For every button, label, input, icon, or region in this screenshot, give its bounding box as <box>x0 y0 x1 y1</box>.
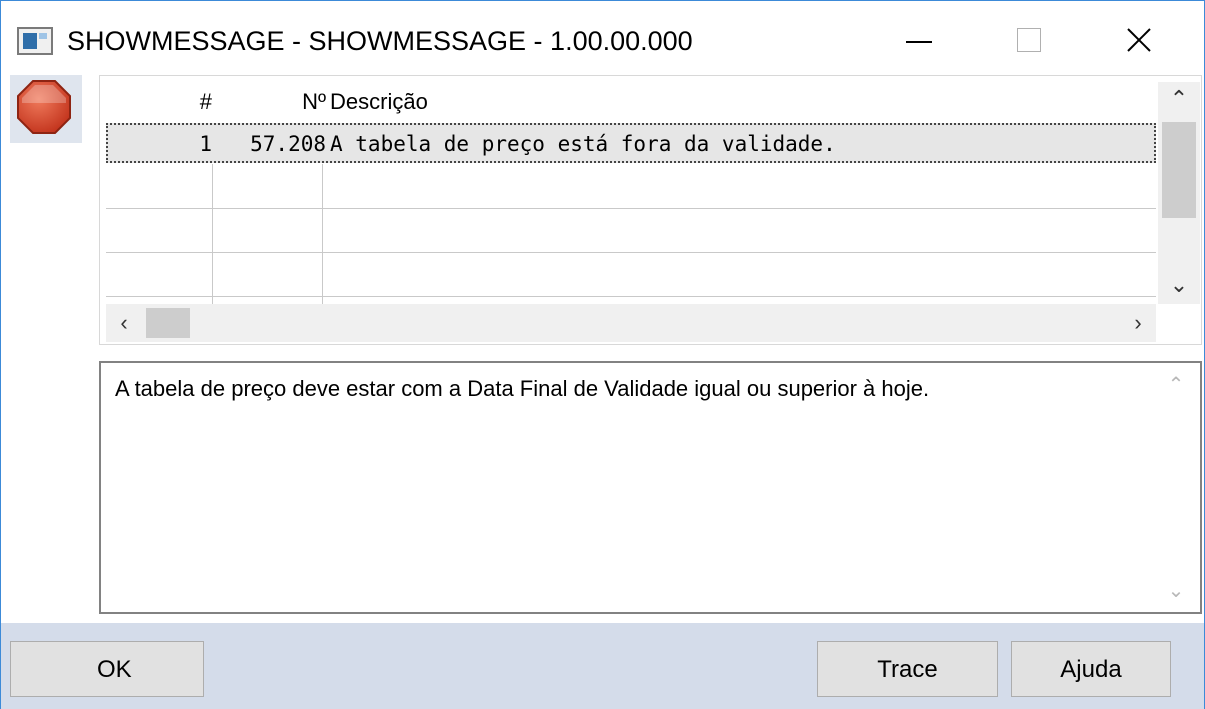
table-row[interactable]: 1 57.208 A tabela de preço está fora da … <box>106 123 1156 163</box>
button-bar: OK Trace Ajuda <box>1 623 1204 709</box>
title-bar[interactable]: SHOWMESSAGE - SHOWMESSAGE - 1.00.00.000 <box>1 1 1204 75</box>
cell-code: 57.208 <box>250 132 326 156</box>
scroll-thumb[interactable] <box>146 308 190 338</box>
minimize-button[interactable] <box>889 15 949 65</box>
column-header-description[interactable]: Descrição <box>330 84 428 120</box>
app-window-icon <box>17 27 53 55</box>
detail-message: A tabela de preço deve estar com a Data … <box>115 376 930 401</box>
grid-header: # Nº Descrição <box>106 84 1156 120</box>
grid-column-divider <box>212 164 213 304</box>
scroll-down-arrow-icon[interactable]: ⌄ <box>1158 268 1200 302</box>
grid-column-divider <box>322 164 323 304</box>
scroll-up-arrow-icon[interactable]: ⌃ <box>1158 82 1200 116</box>
scroll-thumb[interactable] <box>1162 122 1196 218</box>
minimize-icon <box>906 41 932 43</box>
trace-button[interactable]: Trace <box>817 641 998 697</box>
detail-vertical-scrollbar[interactable]: ⌃ ⌄ <box>1156 367 1196 609</box>
detail-text-area[interactable]: A tabela de preço deve estar com a Data … <box>99 361 1202 614</box>
cell-description: A tabela de preço está fora da validade. <box>330 132 836 156</box>
grid-line <box>106 296 1156 297</box>
stop-sign-icon <box>17 80 71 134</box>
maximize-icon <box>1017 28 1041 52</box>
status-icon-panel <box>10 75 82 143</box>
grid-horizontal-scrollbar[interactable]: ‹ › <box>106 304 1156 342</box>
grid-line <box>106 208 1156 209</box>
scroll-left-arrow-icon[interactable]: ‹ <box>106 304 142 342</box>
grid-vertical-scrollbar[interactable]: ⌃ ⌄ <box>1158 82 1200 304</box>
message-window: SHOWMESSAGE - SHOWMESSAGE - 1.00.00.000 <box>0 0 1205 709</box>
ok-button[interactable]: OK <box>10 641 204 697</box>
content-area: # Nº Descrição 1 57.208 A tabela de preç… <box>1 75 1204 623</box>
close-icon <box>1127 28 1151 52</box>
message-grid[interactable]: # Nº Descrição 1 57.208 A tabela de preç… <box>99 75 1202 345</box>
close-button[interactable] <box>1109 15 1169 65</box>
help-button[interactable]: Ajuda <box>1011 641 1171 697</box>
scroll-down-arrow-icon[interactable]: ⌄ <box>1156 573 1196 607</box>
scroll-right-arrow-icon[interactable]: › <box>1120 304 1156 342</box>
cell-number: 1 <box>199 132 212 156</box>
window-title: SHOWMESSAGE - SHOWMESSAGE - 1.00.00.000 <box>67 26 693 56</box>
column-header-code[interactable]: Nº <box>218 84 326 120</box>
maximize-button[interactable] <box>999 15 1059 65</box>
scroll-up-arrow-icon[interactable]: ⌃ <box>1156 367 1196 401</box>
column-header-number[interactable]: # <box>106 84 212 120</box>
grid-line <box>106 252 1156 253</box>
